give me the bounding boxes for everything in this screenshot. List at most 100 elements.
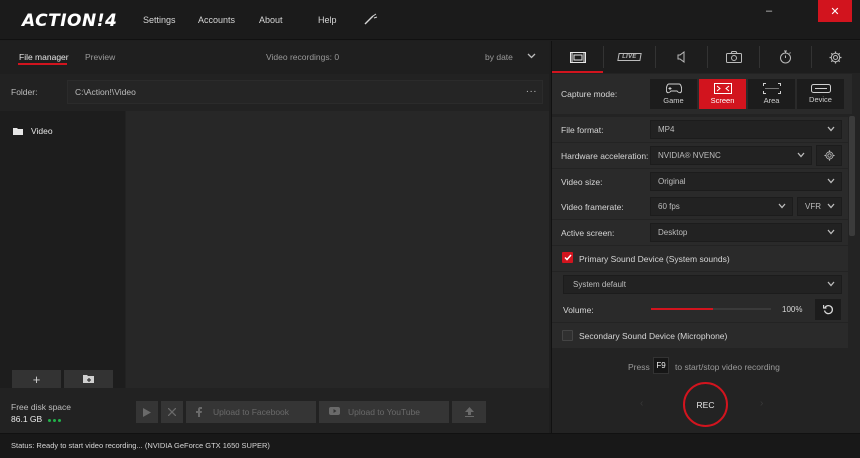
tab-video[interactable] bbox=[552, 41, 603, 73]
upload-facebook-button[interactable]: Upload to Facebook bbox=[186, 401, 316, 423]
capture-mode-label: Capture mode: bbox=[561, 89, 618, 99]
minimize-button[interactable]: – bbox=[752, 0, 786, 22]
open-folder-button[interactable] bbox=[64, 370, 113, 388]
folder-path-field[interactable] bbox=[67, 80, 543, 104]
primary-sound-checkbox[interactable] bbox=[562, 252, 573, 263]
video-icon bbox=[569, 51, 586, 63]
video-framerate-value: 60 fps bbox=[658, 202, 680, 211]
active-tab-indicator bbox=[552, 71, 603, 73]
youtube-icon bbox=[329, 407, 340, 415]
menu-settings[interactable]: Settings bbox=[143, 15, 176, 25]
tree-item-label: Video bbox=[31, 126, 53, 136]
logo-text: ACTION! bbox=[22, 11, 105, 31]
chevron-right-icon[interactable]: › bbox=[760, 398, 763, 409]
chevron-down-icon bbox=[827, 281, 835, 287]
hardware-acceleration-select[interactable]: NVIDIA® NVENC bbox=[650, 146, 812, 165]
menu-accounts[interactable]: Accounts bbox=[198, 15, 235, 25]
close-icon bbox=[168, 408, 176, 416]
screen-icon bbox=[713, 83, 732, 94]
add-folder-button[interactable]: + bbox=[12, 370, 61, 388]
upload-facebook-label: Upload to Facebook bbox=[212, 407, 290, 417]
folder-path-text: C:\Action!\Video bbox=[75, 87, 136, 97]
file-format-select[interactable]: MP4 bbox=[650, 120, 842, 139]
status-text: Status: Ready to start video recording..… bbox=[11, 441, 270, 450]
tab-live[interactable]: LIVE bbox=[604, 41, 655, 73]
upload-youtube-label: Upload to YouTube bbox=[348, 407, 420, 417]
chevron-down-icon bbox=[827, 178, 835, 184]
secondary-sound-checkbox[interactable] bbox=[562, 330, 573, 341]
hotkey-hint-suffix: to start/stop video recording bbox=[675, 362, 780, 372]
chevron-down-icon bbox=[778, 203, 786, 209]
hardware-acceleration-settings-button[interactable] bbox=[816, 145, 842, 166]
video-framerate-label: Video framerate: bbox=[561, 202, 624, 212]
tab-timer[interactable] bbox=[760, 41, 811, 73]
checkmark-icon bbox=[563, 254, 572, 261]
folder-label: Folder: bbox=[11, 87, 38, 97]
folder-tree bbox=[0, 111, 125, 388]
video-size-value: Original bbox=[658, 177, 686, 186]
close-button[interactable]: ✕ bbox=[818, 0, 852, 22]
disk-space-amount: 86.1 GB bbox=[11, 414, 43, 424]
hotkey-hint-prefix: Press bbox=[628, 362, 650, 372]
tab-file-manager[interactable]: File manager bbox=[19, 52, 69, 62]
file-list-area[interactable] bbox=[126, 111, 549, 388]
gamepad-icon bbox=[665, 83, 682, 94]
folder-icon bbox=[13, 127, 23, 135]
tab-webcam[interactable] bbox=[708, 41, 759, 73]
primary-sound-label: Primary Sound Device (System sounds) bbox=[579, 254, 730, 264]
upload-icon bbox=[464, 407, 474, 417]
audio-icon bbox=[677, 51, 687, 63]
menu-help[interactable]: Help bbox=[318, 15, 337, 25]
settings-scrollbar[interactable] bbox=[849, 116, 855, 236]
capture-mode-device[interactable]: Device bbox=[797, 79, 844, 109]
capture-mode-area[interactable]: Area bbox=[748, 79, 795, 109]
camera-icon bbox=[725, 51, 742, 63]
tab-preview[interactable]: Preview bbox=[85, 52, 115, 62]
active-screen-value: Desktop bbox=[658, 228, 688, 237]
framerate-mode-select[interactable]: VFR bbox=[797, 197, 842, 216]
delete-button[interactable] bbox=[161, 401, 183, 423]
reset-icon bbox=[822, 304, 834, 315]
capture-mode-screen[interactable]: Screen bbox=[699, 79, 746, 109]
browse-folder-button[interactable]: ... bbox=[526, 84, 537, 95]
volume-slider-fill bbox=[651, 308, 713, 310]
sort-select[interactable]: by date bbox=[485, 52, 513, 62]
recordings-count: Video recordings: 0 bbox=[266, 52, 340, 62]
menu-about[interactable]: About bbox=[259, 15, 283, 25]
disk-status-indicator bbox=[48, 414, 63, 424]
hardware-acceleration-value: NVIDIA® NVENC bbox=[658, 151, 721, 160]
settings-icon bbox=[829, 51, 842, 64]
chevron-down-icon bbox=[827, 203, 835, 209]
chevron-down-icon[interactable] bbox=[527, 52, 536, 60]
capture-mode-game[interactable]: Game bbox=[650, 79, 697, 109]
chevron-down-icon bbox=[827, 126, 835, 132]
file-format-value: MP4 bbox=[658, 125, 675, 134]
video-size-select[interactable]: Original bbox=[650, 172, 842, 191]
volume-reset-button[interactable] bbox=[815, 299, 841, 320]
gear-icon bbox=[823, 150, 835, 161]
play-button[interactable] bbox=[136, 401, 158, 423]
tab-settings[interactable] bbox=[812, 41, 858, 73]
record-button[interactable]: REC bbox=[683, 382, 728, 427]
primary-device-value: System default bbox=[573, 280, 626, 289]
video-framerate-select[interactable]: 60 fps bbox=[650, 197, 793, 216]
chevron-left-icon[interactable]: ‹ bbox=[640, 398, 643, 409]
tree-item-video[interactable]: Video bbox=[13, 126, 53, 136]
secondary-sound-label: Secondary Sound Device (Microphone) bbox=[579, 331, 728, 341]
active-screen-select[interactable]: Desktop bbox=[650, 223, 842, 242]
timer-icon bbox=[779, 50, 792, 64]
disk-space-value: 86.1 GB bbox=[11, 414, 63, 424]
tab-audio[interactable] bbox=[656, 41, 707, 73]
logo-version: 4 bbox=[104, 11, 118, 31]
file-format-label: File format: bbox=[561, 125, 604, 135]
magic-wand-icon[interactable] bbox=[364, 13, 378, 25]
volume-value: 100% bbox=[782, 305, 803, 314]
app-logo: ACTION!4 bbox=[22, 11, 117, 31]
hotkey-key: F9 bbox=[653, 357, 669, 374]
upload-button[interactable] bbox=[452, 401, 486, 423]
title-bar bbox=[0, 0, 860, 40]
upload-youtube-button[interactable]: Upload to YouTube bbox=[319, 401, 449, 423]
framerate-mode-value: VFR bbox=[805, 202, 821, 211]
primary-device-select[interactable]: System default bbox=[563, 275, 842, 294]
active-tab-indicator bbox=[18, 63, 67, 65]
